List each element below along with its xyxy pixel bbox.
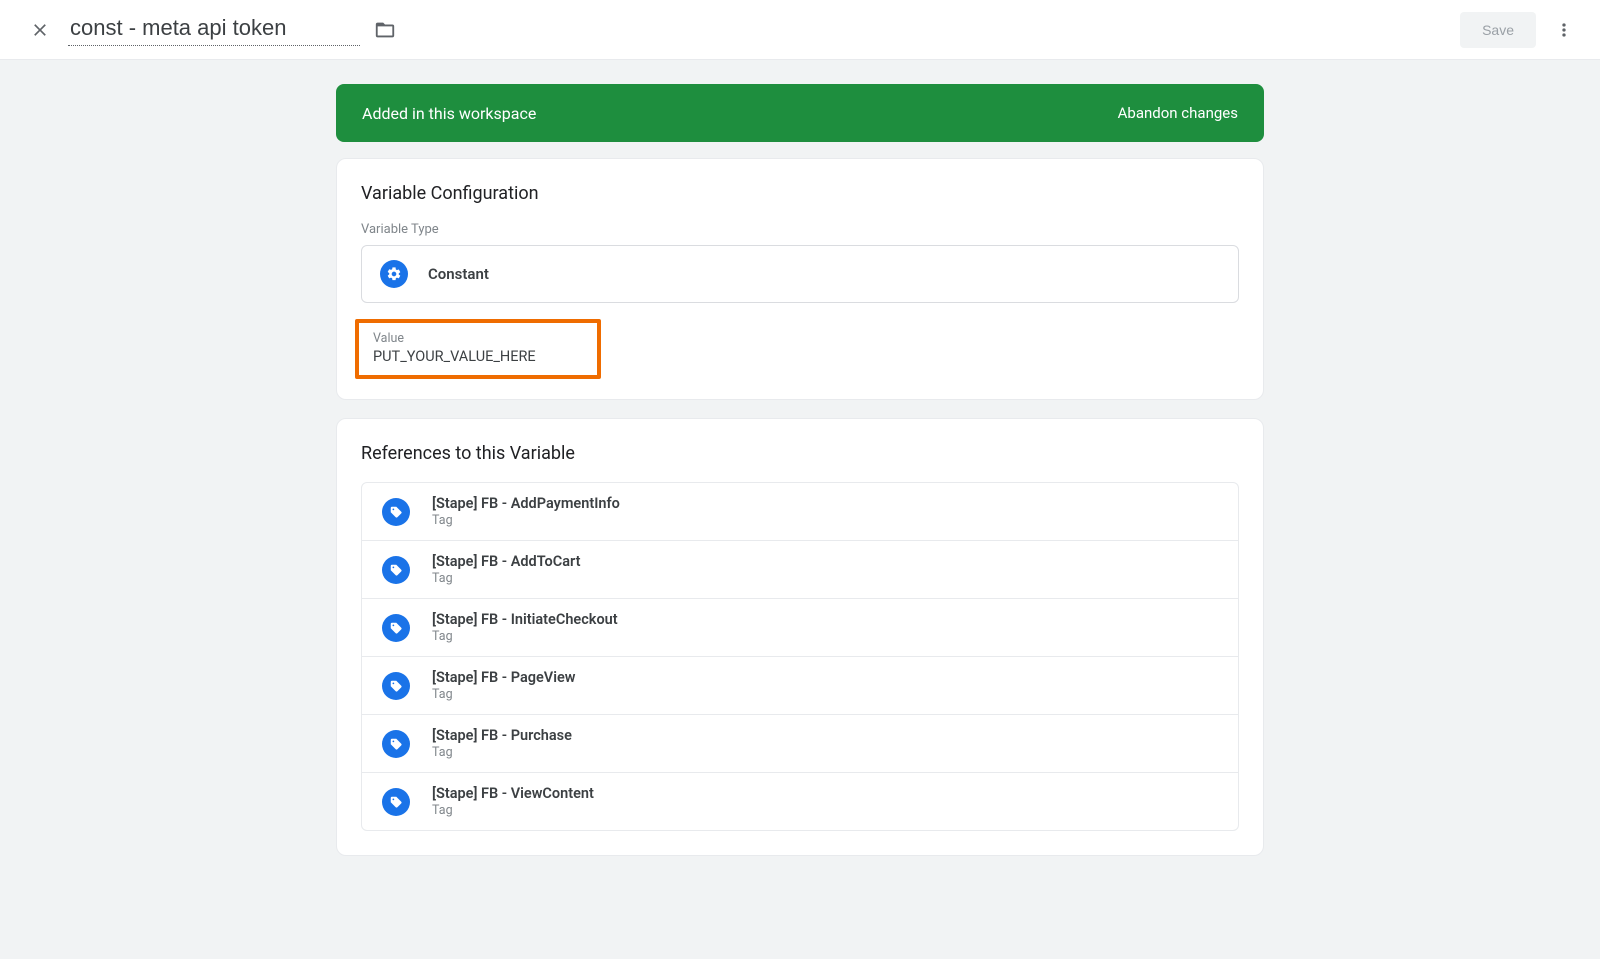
workspace-change-banner: Added in this workspace Abandon changes [336, 84, 1264, 142]
config-heading: Variable Configuration [361, 183, 1239, 204]
reference-name: [Stape] FB - AddPaymentInfo [432, 495, 620, 512]
abandon-changes-button[interactable]: Abandon changes [1118, 104, 1238, 122]
reference-text: [Stape] FB - AddPaymentInfo Tag [432, 495, 620, 528]
variable-type-name: Constant [428, 265, 489, 283]
reference-row[interactable]: [Stape] FB - AddToCart Tag [362, 541, 1238, 599]
more-vert-icon [1554, 20, 1574, 40]
tag-icon [389, 795, 403, 809]
folder-icon [374, 19, 396, 41]
reference-type: Tag [432, 687, 575, 702]
references-list: [Stape] FB - AddPaymentInfo Tag [Stape] … [361, 482, 1239, 831]
tag-icon [389, 737, 403, 751]
reference-text: [Stape] FB - Purchase Tag [432, 727, 572, 760]
variable-type-tile[interactable]: Constant [361, 245, 1239, 303]
reference-text: [Stape] FB - InitiateCheckout Tag [432, 611, 618, 644]
variable-type-label: Variable Type [361, 222, 1239, 237]
reference-text: [Stape] FB - AddToCart Tag [432, 553, 580, 586]
tag-icon [389, 563, 403, 577]
variable-name-input[interactable] [68, 13, 360, 46]
reference-name: [Stape] FB - InitiateCheckout [432, 611, 618, 628]
save-button[interactable]: Save [1460, 12, 1536, 48]
tag-icon [389, 505, 403, 519]
reference-row[interactable]: [Stape] FB - ViewContent Tag [362, 773, 1238, 830]
variable-configuration-card: Variable Configuration Variable Type Con… [336, 158, 1264, 400]
close-icon [30, 20, 50, 40]
tag-icon-wrap [382, 614, 410, 642]
reference-text: [Stape] FB - PageView Tag [432, 669, 575, 702]
reference-type: Tag [432, 745, 572, 760]
value-highlight-box: Value PUT_YOUR_VALUE_HERE [355, 319, 601, 379]
reference-name: [Stape] FB - PageView [432, 669, 575, 686]
references-card: References to this Variable [Stape] FB -… [336, 418, 1264, 856]
gear-icon [386, 266, 402, 282]
value-label: Value [373, 331, 583, 346]
tag-icon-wrap [382, 730, 410, 758]
reference-name: [Stape] FB - Purchase [432, 727, 572, 744]
close-button[interactable] [20, 10, 60, 50]
reference-type: Tag [432, 629, 618, 644]
reference-text: [Stape] FB - ViewContent Tag [432, 785, 594, 818]
tag-icon [389, 621, 403, 635]
tag-icon [389, 679, 403, 693]
reference-name: [Stape] FB - ViewContent [432, 785, 594, 802]
overflow-menu-button[interactable] [1544, 10, 1584, 50]
reference-type: Tag [432, 513, 620, 528]
reference-row[interactable]: [Stape] FB - PageView Tag [362, 657, 1238, 715]
reference-row[interactable]: [Stape] FB - AddPaymentInfo Tag [362, 483, 1238, 541]
reference-name: [Stape] FB - AddToCart [432, 553, 580, 570]
tag-icon-wrap [382, 672, 410, 700]
value-text[interactable]: PUT_YOUR_VALUE_HERE [373, 348, 583, 365]
folder-button[interactable] [374, 19, 396, 41]
variable-type-icon-wrap [380, 260, 408, 288]
tag-icon-wrap [382, 788, 410, 816]
references-heading: References to this Variable [361, 443, 1239, 464]
reference-row[interactable]: [Stape] FB - Purchase Tag [362, 715, 1238, 773]
reference-type: Tag [432, 803, 594, 818]
tag-icon-wrap [382, 498, 410, 526]
banner-message: Added in this workspace [362, 104, 536, 123]
reference-type: Tag [432, 571, 580, 586]
top-bar: Save [0, 0, 1600, 60]
tag-icon-wrap [382, 556, 410, 584]
reference-row[interactable]: [Stape] FB - InitiateCheckout Tag [362, 599, 1238, 657]
